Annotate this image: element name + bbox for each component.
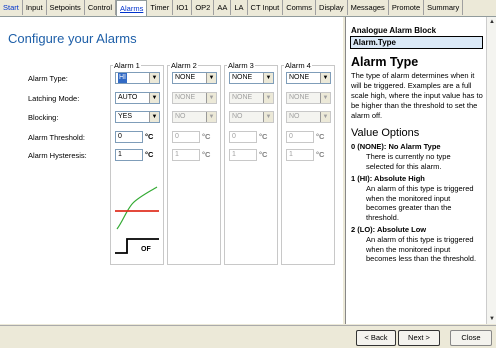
help-panel: Analogue Alarm Block Alarm.Type Alarm Ty… [345, 17, 487, 324]
help-option-desc: An alarm of this type is triggered when … [366, 184, 474, 222]
tab-start[interactable]: Start [0, 0, 23, 15]
tab-io1[interactable]: IO1 [173, 0, 193, 15]
alarm-3-title: Alarm 3 [227, 61, 255, 70]
alarm-4-hysteresis-unit: °C [316, 150, 325, 159]
help-scrollbar[interactable]: ▲ ▼ [486, 17, 496, 324]
alarm-4-group: Alarm 4 NONE ▼ NONE ▼ NO ▼ 0 °C 1 °C [281, 61, 335, 265]
alarm-2-hysteresis-input: 1 [172, 149, 200, 161]
latching-mode-label: Latching Mode: [28, 94, 80, 103]
tab-bar: Start Input Setpoints Control Alarms Timer IO1… [0, 0, 496, 17]
chevron-down-icon[interactable]: ▼ [320, 73, 330, 83]
alarm-4-title: Alarm 4 [284, 61, 312, 70]
help-values-heading: Value Options [351, 127, 420, 139]
tab-control[interactable]: Control [85, 0, 116, 15]
alarm-1-threshold-input[interactable]: 0 [115, 131, 143, 143]
tab-la[interactable]: LA [231, 0, 248, 15]
tab-display[interactable]: Display [316, 0, 348, 15]
alarm-2-threshold-unit: °C [202, 132, 211, 141]
chevron-down-icon: ▼ [263, 112, 273, 122]
help-option-title: 1 (HI): Absolute High [351, 174, 425, 183]
tab-setpoints[interactable]: Setpoints [47, 0, 85, 15]
alarm-3-type-select[interactable]: NONE ▼ [229, 72, 274, 84]
alarm-3-latching-select: NONE ▼ [229, 92, 274, 104]
help-option-title: 2 (LO): Absolute Low [351, 225, 427, 234]
alarm-behaviour-diagram: OF [115, 186, 159, 254]
alarm-4-type-select[interactable]: NONE ▼ [286, 72, 331, 84]
tab-aa[interactable]: AA [214, 0, 232, 15]
help-option-desc: There is currently no type selected for … [366, 152, 451, 171]
alarm-3-group: Alarm 3 NONE ▼ NONE ▼ NO ▼ 0 °C 1 °C [224, 61, 278, 265]
alarm-4-threshold-unit: °C [316, 132, 325, 141]
alarm-2-threshold-input: 0 [172, 131, 200, 143]
page-title: Configure your Alarms [8, 31, 137, 46]
wizard-footer: < Back Next > Close [0, 325, 496, 348]
alarm-2-latching-select: NONE ▼ [172, 92, 217, 104]
alarm-4-blocking-select: NO ▼ [286, 111, 331, 123]
alarm-1-group: Alarm 1 HI ▼ AUTO ▼ YES ▼ 0 °C 1 °C OF [110, 61, 164, 265]
blocking-label: Blocking: [28, 113, 59, 122]
input-signal-trace [116, 186, 158, 230]
alarm-type-label: Alarm Type: [28, 74, 68, 83]
alarm-1-type-select[interactable]: HI ▼ [115, 72, 160, 84]
tab-timer[interactable]: Timer [147, 0, 174, 15]
alarm-3-threshold-unit: °C [259, 132, 268, 141]
chevron-down-icon[interactable]: ▼ [149, 112, 159, 122]
alarm-1-title: Alarm 1 [113, 61, 141, 70]
chevron-down-icon[interactable]: ▼ [263, 73, 273, 83]
alarm-4-latching-select: NONE ▼ [286, 92, 331, 104]
alarm-3-threshold-input: 0 [229, 131, 257, 143]
alarm-3-blocking-select: NO ▼ [229, 111, 274, 123]
help-option-title: 0 (NONE): No Alarm Type [351, 142, 441, 151]
alarm-threshold-label: Alarm Threshold: [28, 133, 85, 142]
alarm-2-hysteresis-unit: °C [202, 150, 211, 159]
tab-promote[interactable]: Promote [389, 0, 425, 15]
alarm-2-title: Alarm 2 [170, 61, 198, 70]
alarm-1-blocking-select[interactable]: YES ▼ [115, 111, 160, 123]
help-block-title: Analogue Alarm Block [351, 26, 437, 35]
alarm-2-type-select[interactable]: NONE ▼ [172, 72, 217, 84]
help-option-desc: An alarm of this type is triggered when … [366, 235, 477, 263]
help-intro: The type of alarm determines when it wil… [351, 71, 483, 120]
help-parameter-name: Alarm.Type [350, 36, 483, 49]
tab-summary[interactable]: Summary [424, 0, 464, 15]
next-button[interactable]: Next > [398, 330, 440, 346]
output-state-label: OF [141, 246, 151, 253]
alarm-1-threshold-unit: °C [145, 132, 154, 141]
scroll-down-icon[interactable]: ▼ [487, 314, 496, 324]
alarm-1-hysteresis-input[interactable]: 1 [115, 149, 143, 161]
alarm-2-blocking-select: NO ▼ [172, 111, 217, 123]
close-button[interactable]: Close [450, 330, 492, 346]
tab-comms[interactable]: Comms [283, 0, 317, 15]
help-heading: Alarm Type [351, 55, 419, 69]
chevron-down-icon[interactable]: ▼ [149, 73, 159, 83]
alarm-4-threshold-input: 0 [286, 131, 314, 143]
chevron-down-icon[interactable]: ▼ [149, 93, 159, 103]
chevron-down-icon: ▼ [206, 93, 216, 103]
chevron-down-icon: ▼ [320, 112, 330, 122]
alarm-1-hysteresis-unit: °C [145, 150, 154, 159]
alarm-4-hysteresis-input: 1 [286, 149, 314, 161]
alarm-3-hysteresis-unit: °C [259, 150, 268, 159]
tab-input[interactable]: Input [23, 0, 47, 15]
chevron-down-icon: ▼ [263, 93, 273, 103]
tab-ct-input[interactable]: CT Input [248, 0, 284, 15]
back-button[interactable]: < Back [356, 330, 396, 346]
chevron-down-icon: ▼ [206, 112, 216, 122]
tab-op2[interactable]: OP2 [192, 0, 215, 15]
alarm-2-group: Alarm 2 NONE ▼ NONE ▼ NO ▼ 0 °C 1 °C [167, 61, 221, 265]
alarm-hysteresis-label: Alarm Hysteresis: [28, 151, 87, 160]
output-trace [115, 238, 159, 254]
chevron-down-icon[interactable]: ▼ [206, 73, 216, 83]
chevron-down-icon: ▼ [320, 93, 330, 103]
tab-alarms[interactable]: Alarms [116, 0, 148, 16]
alarm-config-panel: Configure your Alarms Alarm Type: Latchi… [0, 17, 343, 324]
scroll-up-icon[interactable]: ▲ [487, 17, 496, 27]
alarm-1-latching-select[interactable]: AUTO ▼ [115, 92, 160, 104]
tab-messages[interactable]: Messages [348, 0, 389, 15]
alarm-3-hysteresis-input: 1 [229, 149, 257, 161]
